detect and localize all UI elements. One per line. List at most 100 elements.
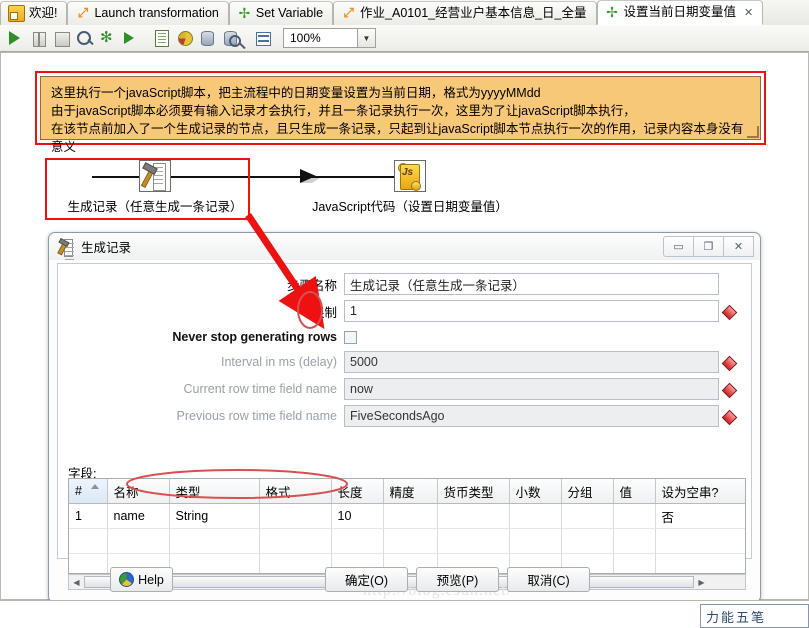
note-line: 由于javaScript脚本必须要有输入记录才会执行，并且一条记录执行一次，这里… [51,104,636,118]
step-name-label: 步骤名称 [286,278,337,293]
cell-precision[interactable] [383,528,438,554]
transformation-arrows-icon: ⤢ [77,5,89,20]
interval-input[interactable]: 5000 [344,351,719,373]
variable-diamond-icon[interactable] [722,383,735,396]
cell-decimal[interactable] [509,503,562,529]
tab-launch-transformation[interactable]: ⤢ Launch transformation [67,1,229,25]
chevron-down-icon[interactable]: ▼ [358,28,376,48]
column-header-length[interactable]: 长度 [331,479,384,504]
database-explorer-button[interactable] [220,27,242,49]
column-header-decimal[interactable]: 小数 [509,479,562,504]
impact-analysis-button[interactable] [174,27,196,49]
table-row[interactable] [69,528,745,554]
column-header-index[interactable]: # [69,479,108,504]
cell-currency[interactable] [437,503,510,529]
kettle-green-x-icon: ✢ [238,5,251,21]
cell-type[interactable]: String [169,503,260,529]
help-button[interactable]: Help [110,567,173,592]
cell-type[interactable] [169,528,260,554]
column-header-format[interactable]: 格式 [259,479,332,504]
scroll-left-icon[interactable]: ◀ [69,575,84,589]
zoom-level-input[interactable]: 100% [283,28,358,48]
cell-value[interactable] [613,503,656,529]
hammer-ladder-icon [57,237,75,257]
column-header-set-empty-string[interactable]: 设为空串? [655,479,745,504]
tab-set-current-date-variable[interactable]: ✢ 设置当前日期变量值 ✕ [596,0,764,25]
pause-button[interactable] [27,27,49,49]
cancel-button[interactable]: 取消(C) [507,567,590,592]
ime-status-bar[interactable]: 力能五笔 [700,604,809,628]
limit-input[interactable]: 1 [344,300,719,322]
scroll-right-icon[interactable]: ▶ [694,575,709,589]
form-row-never-stop: Never stop generating rows [58,326,751,348]
cell-index [69,528,108,554]
javascript-node[interactable]: Js JavaScript代码（设置日期变量值） [310,160,510,215]
tab-label: Launch transformation [94,6,219,21]
hammer-ladder-icon [140,162,168,191]
cell-precision[interactable] [383,503,438,529]
note-resize-handle[interactable] [747,126,759,138]
cell-set-empty-string[interactable] [655,528,745,554]
cell-type[interactable] [169,553,260,573]
fields-grid[interactable]: # 名称 类型 格式 长度 精度 货币类型 小数 分组 值 设为空串? 1 na… [68,478,746,574]
dialog-body: 步骤名称 生成记录（任意生成一条记录） 限制 1 Never stop gene… [57,263,752,599]
column-header-group[interactable]: 分组 [561,479,614,504]
cell-set-empty-string[interactable] [655,553,745,573]
stop-button[interactable] [50,27,72,49]
current-row-time-input[interactable]: now [344,378,719,400]
close-button[interactable]: ✕ [723,236,754,257]
ok-button[interactable]: 确定(O) [325,567,408,592]
step-name-input[interactable]: 生成记录（任意生成一条记录） [344,273,719,295]
cell-group[interactable] [561,528,614,554]
cell-length[interactable] [331,528,384,554]
cell-name[interactable] [107,528,170,554]
column-header-value[interactable]: 值 [613,479,656,504]
cell-value[interactable] [613,553,656,573]
cell-format[interactable] [259,528,332,554]
verify-button[interactable] [151,27,173,49]
note-line: 在该节点前加入了一个生成记录的节点，且只生成一条记录，只起到让javaScrip… [51,122,744,154]
tab-welcome[interactable]: 欢迎! [0,1,68,25]
form-row-step-name: 步骤名称 生成记录（任意生成一条记录） [58,273,751,295]
table-row[interactable]: 1 name String 10 否 [69,503,745,529]
show-grid-button[interactable] [252,27,274,49]
cell-set-empty-string[interactable]: 否 [655,503,745,529]
node-icon-box [139,160,171,192]
cell-format[interactable] [259,553,332,573]
column-header-name[interactable]: 名称 [107,479,170,504]
sql-button[interactable] [197,27,219,49]
column-header-type[interactable]: 类型 [169,479,260,504]
preview-button[interactable]: 预览(P) [416,567,499,592]
cell-name[interactable]: name [107,503,170,529]
note-annotation[interactable]: 这里执行一个javaScript脚本，把主流程中的日期变量设置为当前日期，格式为… [40,76,761,154]
column-header-label: 值 [619,485,633,500]
maximize-button[interactable]: ❐ [693,236,724,257]
variable-diamond-icon[interactable] [722,305,735,318]
previous-row-time-input[interactable]: FiveSecondsAgo [344,405,719,427]
tab-set-variable[interactable]: ✢ Set Variable [228,1,334,25]
cell-value[interactable] [613,528,656,554]
form-row-limit: 限制 1 [58,300,751,322]
main-toolbar: ✻ 100% ▼ [0,25,809,52]
cell-format[interactable] [259,503,332,529]
debug-button[interactable]: ✻ [96,27,118,49]
cell-length[interactable]: 10 [331,503,384,529]
cell-group[interactable] [561,503,614,529]
tab-job-a0101[interactable]: ⤢ 作业_A0101_经营业户基本信息_日_全量 [333,1,597,25]
preview-button[interactable] [73,27,95,49]
replay-button[interactable] [119,27,141,49]
never-stop-checkbox[interactable] [344,330,357,344]
variable-diamond-icon[interactable] [722,410,735,423]
tab-close-icon[interactable]: ✕ [744,7,753,18]
cell-index [69,553,108,573]
cell-decimal[interactable] [509,528,562,554]
minimize-button[interactable]: ▭ [663,236,694,257]
cell-currency[interactable] [437,528,510,554]
run-button[interactable] [4,27,26,49]
generate-rows-node[interactable]: 生成记录（任意生成一条记录） [60,160,250,215]
dialog-title-bar[interactable]: 生成记录 ▭ ❐ ✕ [49,233,760,260]
column-header-currency[interactable]: 货币类型 [437,479,510,504]
column-header-precision[interactable]: 精度 [383,479,438,504]
variable-diamond-icon[interactable] [722,356,735,369]
table-header-row: # 名称 类型 格式 长度 精度 货币类型 小数 分组 值 设为空串? [69,479,745,504]
